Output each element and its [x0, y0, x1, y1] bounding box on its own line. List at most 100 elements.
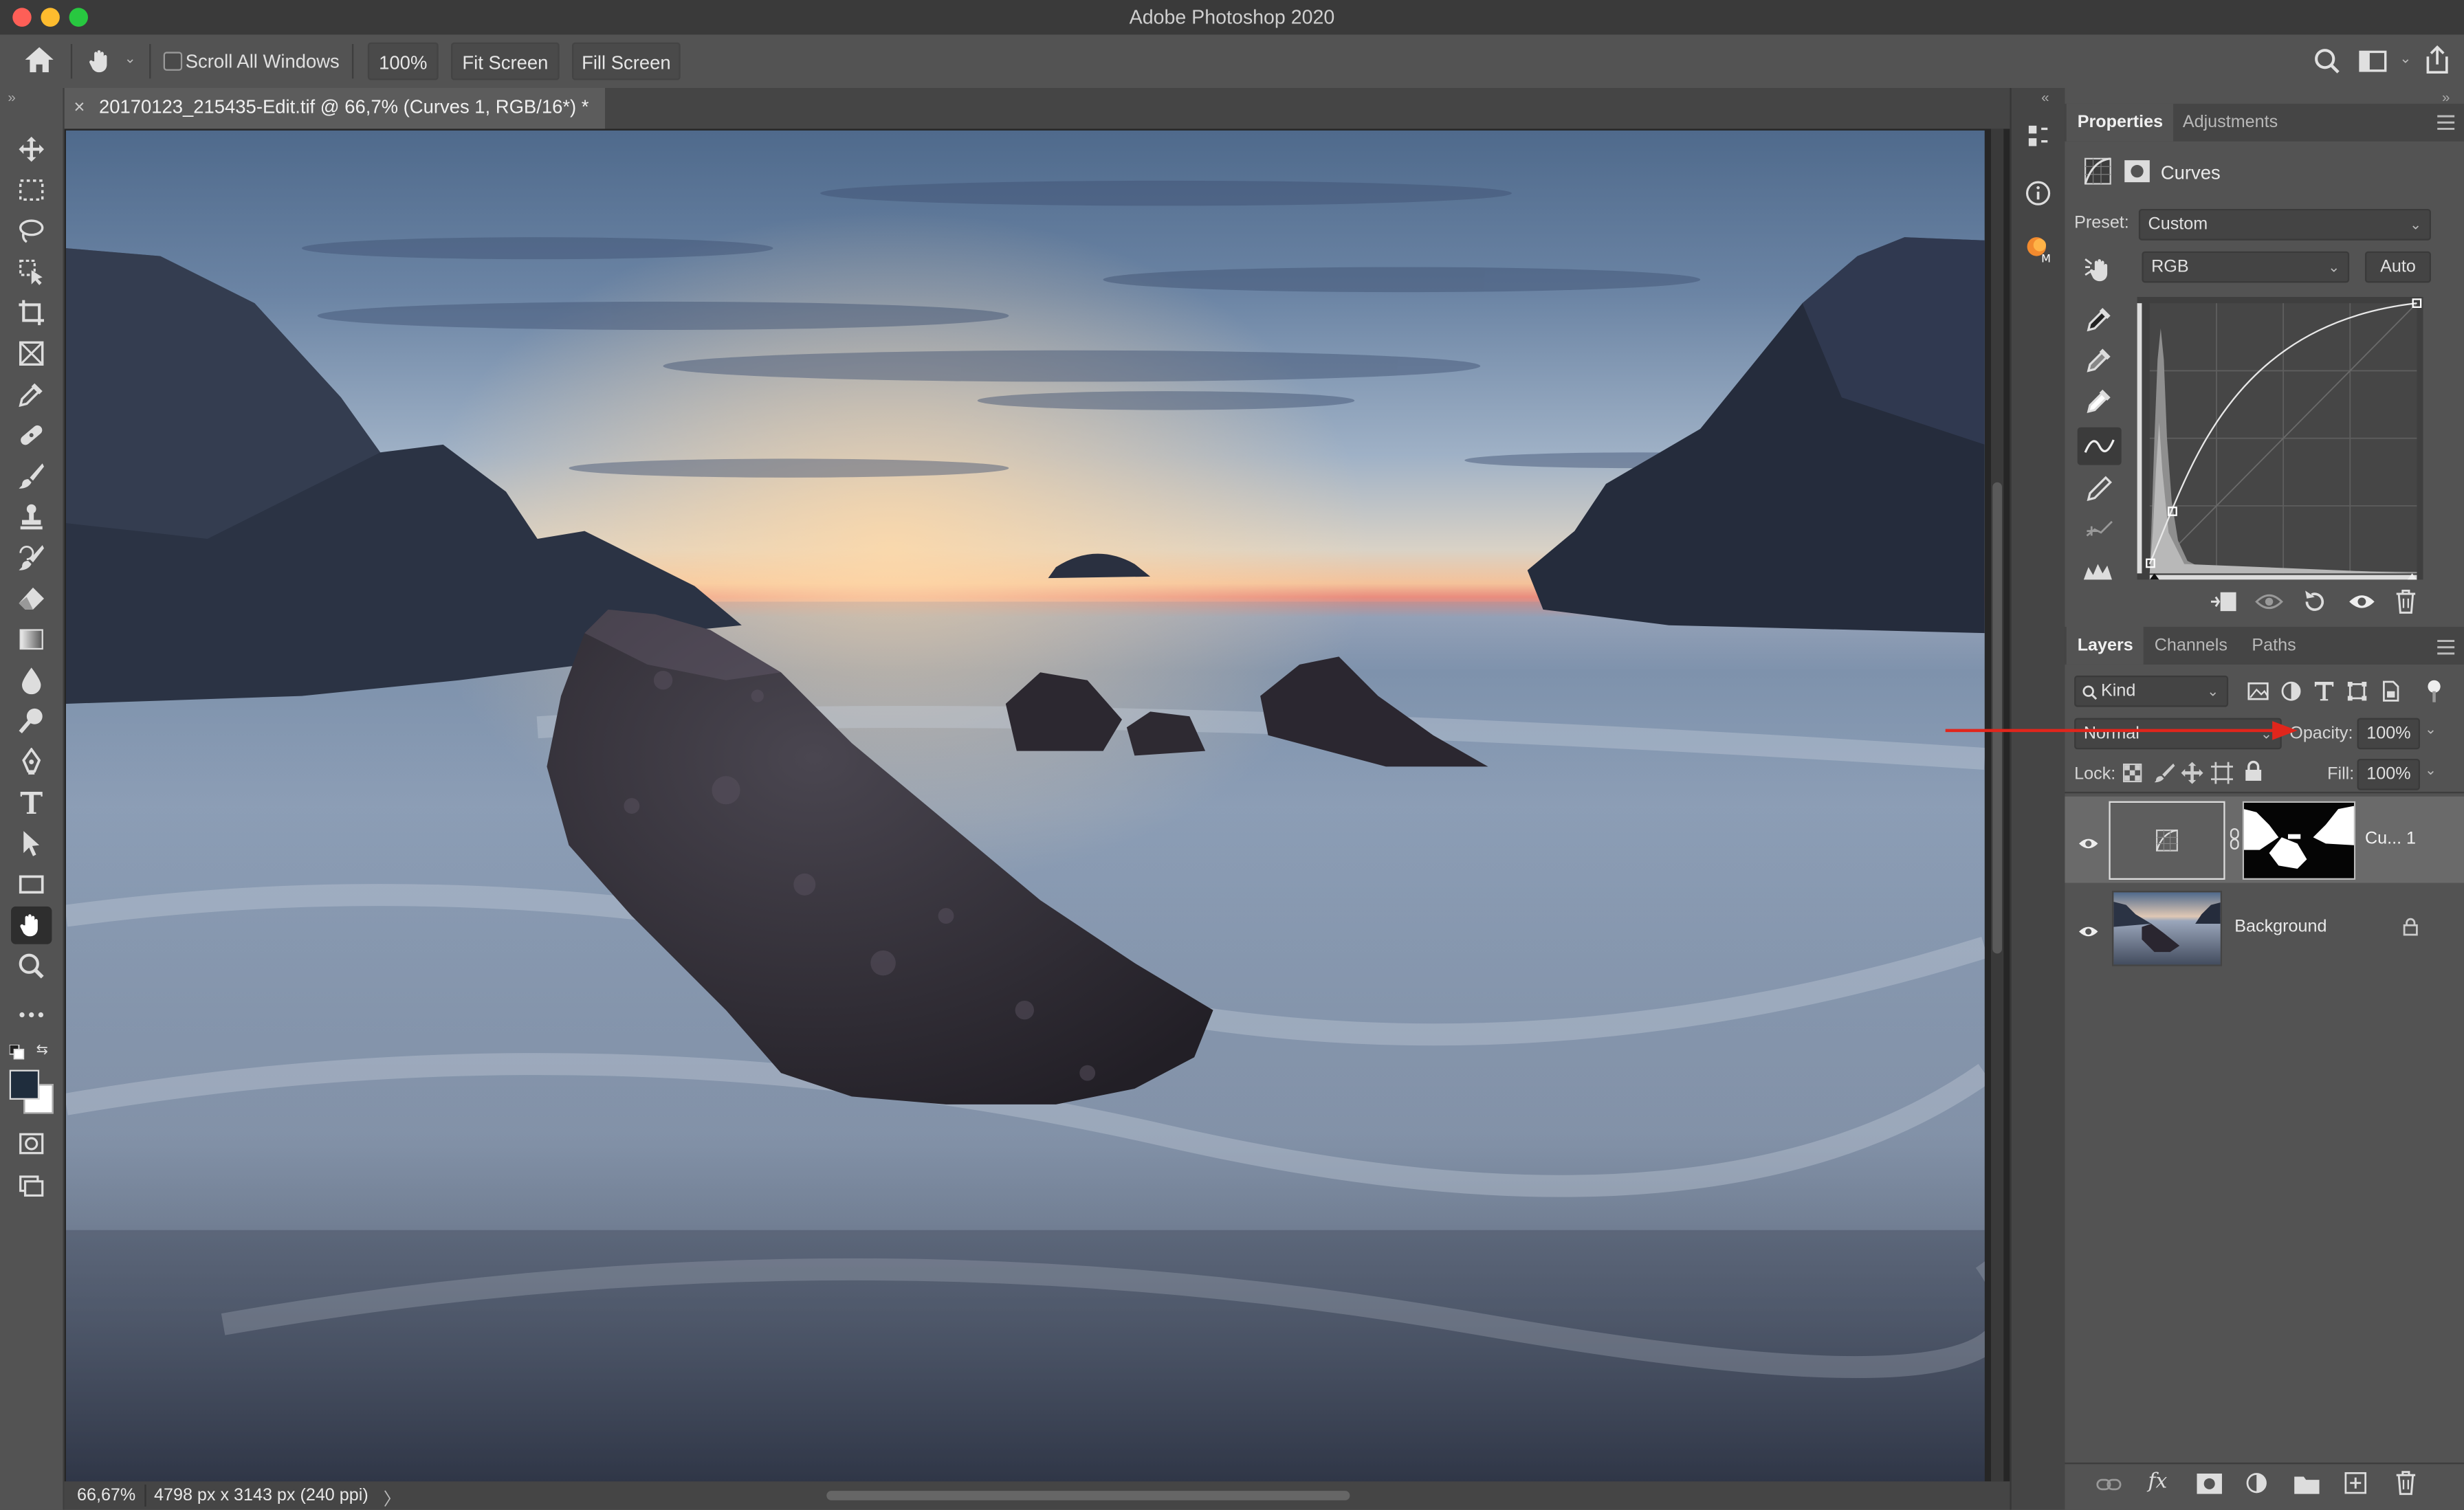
curves-graph[interactable] [2137, 296, 2423, 580]
filter-type-layers-icon[interactable] [2313, 680, 2335, 707]
plugin-panel-icon[interactable]: M [2023, 234, 2054, 271]
tab-properties[interactable]: Properties [2066, 103, 2175, 142]
hand-tool-icon[interactable] [10, 906, 52, 944]
dodge-tool-icon[interactable] [11, 702, 52, 740]
canvas-area[interactable] [64, 129, 2010, 1483]
canvas-photo[interactable] [65, 130, 1985, 1483]
swap-colors-icon[interactable]: ⇆ [36, 1041, 48, 1058]
history-brush-tool-icon[interactable] [11, 539, 52, 577]
screen-mode-icon[interactable] [11, 1166, 52, 1203]
marquee-tool-icon[interactable] [11, 171, 52, 209]
sample-black-eyedropper-icon[interactable] [2085, 304, 2113, 337]
object-selection-tool-icon[interactable] [11, 253, 52, 291]
filter-shape-layers-icon[interactable] [2346, 680, 2368, 707]
curve-points-tool-icon[interactable] [2077, 427, 2122, 465]
layer-visibility-eye-icon[interactable] [2078, 922, 2100, 944]
path-selection-tool-icon[interactable] [11, 825, 52, 863]
opacity-slider-chevron-icon[interactable]: ⌄ [2425, 721, 2436, 738]
document-tab[interactable]: × 20170123_215435-Edit.tif @ 66,7% (Curv… [64, 87, 605, 129]
fit-screen-button[interactable]: Fit Screen [450, 42, 560, 80]
layer-mask-thumbnail[interactable] [2242, 801, 2356, 880]
sample-gray-eyedropper-icon[interactable] [2085, 346, 2113, 379]
zoom-100-button[interactable]: 100% [367, 42, 439, 80]
quick-mask-icon[interactable] [11, 1125, 52, 1163]
add-mask-icon[interactable] [2197, 1473, 2222, 1499]
tab-adjustments[interactable]: Adjustments [2172, 104, 2289, 142]
tab-channels[interactable]: Channels [2144, 627, 2238, 665]
workspace-icon[interactable] [2359, 49, 2387, 78]
search-icon[interactable] [2313, 47, 2342, 80]
pencil-draw-curve-icon[interactable] [2085, 474, 2113, 507]
filter-smart-objects-icon[interactable] [2379, 680, 2401, 707]
lock-artboard-icon[interactable] [2210, 762, 2233, 789]
vertical-scrollbar-thumb[interactable] [1992, 482, 2002, 954]
layers-panel-menu-icon[interactable] [2437, 638, 2455, 660]
clone-stamp-tool-icon[interactable] [11, 498, 52, 536]
lock-transparent-pixels-icon[interactable] [2122, 763, 2142, 787]
history-panel-icon[interactable] [2024, 122, 2052, 155]
lock-position-icon[interactable] [2181, 762, 2203, 789]
status-menu-arrow[interactable]: 〉 [384, 1486, 401, 1509]
preset-dropdown[interactable]: Custom ⌄ [2138, 208, 2431, 241]
layer-name[interactable]: Cu... 1 [2365, 830, 2416, 848]
delete-layer-icon[interactable] [2395, 1470, 2417, 1500]
panel-menu-icon[interactable] [2437, 113, 2455, 135]
toggle-visibility-icon[interactable] [2348, 592, 2376, 616]
move-tool-icon[interactable] [11, 131, 52, 168]
home-icon[interactable] [23, 45, 55, 78]
default-colors-icon[interactable] [8, 1043, 25, 1065]
vertical-scrollbar[interactable] [1990, 129, 2004, 1482]
layer-row[interactable]: Cu... 1 [2065, 796, 2464, 883]
blur-tool-icon[interactable] [11, 661, 52, 699]
layer-filter-dropdown[interactable]: Kind ⌄ [2074, 675, 2229, 707]
delete-adjustment-icon[interactable] [2395, 589, 2417, 619]
horizontal-scrollbar-thumb[interactable] [826, 1491, 1350, 1500]
fill-slider-chevron-icon[interactable]: ⌄ [2425, 762, 2436, 779]
mask-link-icon[interactable] [2230, 828, 2239, 855]
workspace-chevron-icon[interactable]: ⌄ [2399, 50, 2411, 67]
expand-panels-icon[interactable]: « [2041, 89, 2049, 105]
opacity-field[interactable]: 100% [2357, 718, 2420, 750]
targeted-adjustment-hand-icon[interactable] [2084, 254, 2115, 287]
filter-adjustment-layers-icon[interactable] [2280, 680, 2302, 707]
pen-tool-icon[interactable] [11, 743, 52, 781]
scroll-all-windows-checkbox[interactable] [163, 52, 183, 71]
layer-row[interactable]: Background [2065, 885, 2464, 971]
tab-paths[interactable]: Paths [2241, 627, 2307, 665]
smooth-curve-icon[interactable] [2085, 517, 2113, 546]
close-document-icon[interactable]: × [74, 96, 85, 118]
channel-dropdown[interactable]: RGB ⌄ [2142, 251, 2350, 283]
link-layers-icon[interactable] [2096, 1475, 2122, 1498]
new-layer-icon[interactable] [2344, 1472, 2367, 1499]
clip-to-layer-icon[interactable] [2210, 590, 2238, 617]
more-tools-icon[interactable] [11, 996, 52, 1034]
chevron-down-icon[interactable]: ⌄ [124, 50, 136, 67]
layer-style-fx-icon[interactable]: fx [2148, 1470, 2168, 1494]
new-group-icon[interactable] [2294, 1474, 2320, 1499]
auto-button[interactable]: Auto [2364, 251, 2431, 283]
type-tool-icon[interactable] [11, 784, 52, 822]
share-icon[interactable] [2423, 44, 2452, 80]
lasso-tool-icon[interactable] [11, 212, 52, 250]
eraser-tool-icon[interactable] [11, 579, 52, 617]
collapse-dock-icon[interactable]: » [2442, 89, 2450, 105]
clipping-warning-icon[interactable] [2082, 559, 2117, 586]
status-zoom[interactable]: 66,67% [77, 1486, 135, 1505]
reset-adjustment-icon[interactable] [2302, 589, 2328, 619]
lock-all-icon[interactable] [2244, 760, 2263, 787]
fill-screen-button[interactable]: Fill Screen [571, 42, 681, 80]
layer-name[interactable]: Background [2234, 918, 2326, 936]
new-adjustment-layer-icon[interactable] [2245, 1472, 2267, 1499]
filter-toggle-icon[interactable] [2426, 678, 2442, 708]
gradient-tool-icon[interactable] [11, 621, 52, 658]
rectangle-tool-icon[interactable] [11, 865, 52, 903]
lock-image-pixels-icon[interactable] [2153, 762, 2175, 789]
tab-layers[interactable]: Layers [2066, 626, 2144, 665]
foreground-color-swatch[interactable] [9, 1069, 40, 1100]
eyedropper-tool-icon[interactable] [11, 375, 52, 413]
sample-white-eyedropper-icon[interactable] [2085, 386, 2113, 419]
brush-tool-icon[interactable] [11, 457, 52, 495]
filter-pixel-layers-icon[interactable] [2247, 680, 2269, 707]
layer-visibility-eye-icon[interactable] [2078, 834, 2100, 856]
fill-field[interactable]: 100% [2357, 758, 2420, 790]
